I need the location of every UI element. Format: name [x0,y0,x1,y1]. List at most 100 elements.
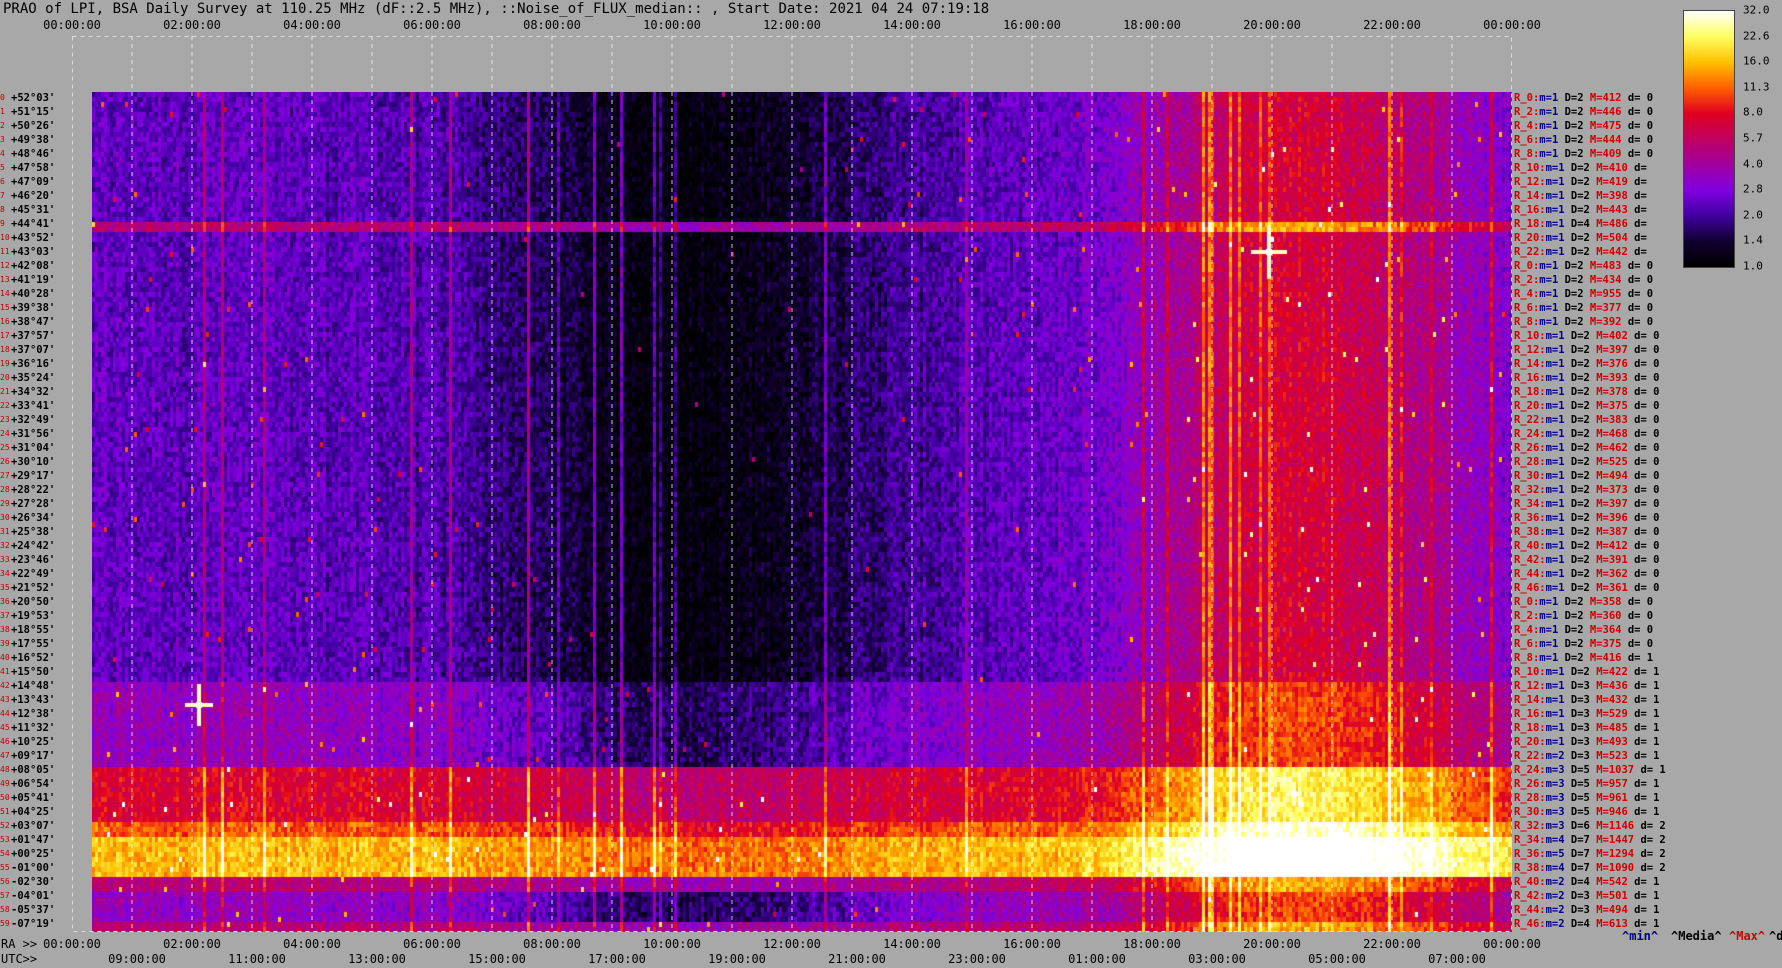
row-stat-median: D=4 [1570,218,1597,230]
row-stat: R_36:m=1 D=2 M=396 d= 0 [1514,512,1659,524]
row-stat-min: m=1 [1545,470,1571,482]
row-stat-max: M=955 [1589,288,1628,300]
row-stat-median: D=3 [1570,708,1597,720]
row-stat-name: R_46: [1514,918,1546,930]
row-stat-name: R_34: [1514,498,1546,510]
row-stat-devia: d= 1 [1634,722,1660,734]
row-index: 6 [0,177,5,186]
row-stat-max: M=375 [1589,638,1628,650]
declination-label: +18°55' [11,624,56,636]
row-stat: R_34:m=1 D=2 M=397 d= 0 [1514,498,1659,510]
row-stat-min: m=1 [1539,274,1565,286]
row-stat: R_32:m=3 D=6 M=1146 d= 2 [1514,820,1666,832]
row-stat: R_10:m=1 D=2 M=410 d= [1514,162,1653,174]
declination-label: -07°19' [11,918,56,930]
row-stat-median: D=2 [1570,568,1597,580]
row-stat-median: D=2 [1570,540,1597,552]
declination-label: +52°03' [11,92,56,104]
row-stat-max: M=483 [1589,260,1628,272]
utc-tick-label: 03:00:00 [1188,952,1246,966]
row-stat-max: M=361 [1596,582,1635,594]
row-index: 38 [0,625,10,634]
row-stat-name: R_12: [1514,680,1546,692]
row-index: 11 [0,247,10,256]
row-stat-devia: d= 2 [1640,848,1666,860]
row-stat-name: R_44: [1514,904,1546,916]
row-stat-devia: d= 0 [1627,92,1654,104]
row-stat-min: m=2 [1545,918,1571,930]
top-tick-label: 12:00:00 [763,18,821,32]
row-stat-min: m=3 [1545,792,1571,804]
declination-label: +30°10' [11,456,56,468]
ra-tick-label: 16:00:00 [1003,937,1061,951]
row-stat-min: m=1 [1545,162,1571,174]
row-stat-median: D=2 [1564,610,1590,622]
utc-tick-label: 13:00:00 [348,952,406,966]
row-stat-max: M=525 [1596,456,1635,468]
row-stat-name: R_40: [1514,876,1546,888]
row-stat-min: m=1 [1545,708,1571,720]
row-stat: R_22:m=2 D=3 M=523 d= 1 [1514,750,1659,762]
declination-label: +44°41' [11,218,56,230]
row-stat-devia: d= [1634,218,1654,230]
row-stat-name: R_14: [1514,358,1546,370]
colorbar [1683,10,1735,268]
row-index: 3 [0,135,5,144]
row-stat-min: m=1 [1539,302,1565,314]
colorbar-tick-label: 2.8 [1743,182,1763,196]
row-stat-name: R_44: [1514,568,1546,580]
declination-label: +36°16' [11,358,56,370]
row-stat-median: D=2 [1570,330,1597,342]
row-stat: R_42:m=1 D=2 M=391 d= 0 [1514,554,1659,566]
row-stat: R_44:m=1 D=2 M=362 d= 0 [1514,568,1659,580]
ra-tick-label: 04:00:00 [283,937,341,951]
row-index: 44 [0,709,10,718]
row-stat: R_16:m=1 D=2 M=443 d= [1514,204,1653,216]
row-stat-devia: d= 0 [1627,596,1654,608]
row-stat-max: M=396 [1596,512,1635,524]
declination-label: +28°22' [11,484,56,496]
row-stat-median: D=2 [1564,274,1590,286]
ra-tick-label: 08:00:00 [523,937,581,951]
row-stat-max: M=1146 [1596,820,1641,832]
utc-tick-label: 09:00:00 [108,952,166,966]
row-stat-min: m=1 [1545,428,1571,440]
row-stat-devia: d= 1 [1634,694,1660,706]
declination-label: +04°25' [11,806,56,818]
row-stat-devia: d= 0 [1627,148,1654,160]
row-stat-median: D=3 [1570,722,1597,734]
row-stat: R_18:m=1 D=4 M=486 d= [1514,218,1653,230]
row-stat-min: m=1 [1545,190,1571,202]
row-stat-devia: d= 1 [1634,792,1660,804]
row-stat-median: D=2 [1570,372,1597,384]
top-tick-label: 06:00:00 [403,18,461,32]
row-stat-devia: d= 0 [1634,428,1660,440]
row-stat-name: R_18: [1514,386,1546,398]
row-index: 1 [0,107,5,116]
row-stat: R_38:m=1 D=2 M=387 d= 0 [1514,526,1659,538]
row-stat-devia: d= [1634,246,1654,258]
row-stat-name: R_4: [1514,120,1540,132]
row-index: 32 [0,541,10,550]
top-tick-label: 02:00:00 [163,18,221,32]
row-stat-min: m=1 [1545,680,1571,692]
utc-tick-label: 01:00:00 [1068,952,1126,966]
declination-label: +00°25' [11,848,56,860]
row-stat-max: M=542 [1596,876,1635,888]
declination-label: +05°41' [11,792,56,804]
row-stat: R_14:m=1 D=2 M=376 d= 0 [1514,358,1659,370]
declination-label: +48°46' [11,148,56,160]
declination-label: +21°52' [11,582,56,594]
row-stat-median: D=2 [1570,666,1597,678]
row-stat-name: R_24: [1514,428,1546,440]
row-stat-max: M=422 [1596,666,1635,678]
row-stat-min: m=1 [1545,582,1571,594]
row-stat-name: R_16: [1514,708,1546,720]
declination-label: +23°46' [11,554,56,566]
row-stat-devia: d= 0 [1627,274,1654,286]
row-stat-max: M=419 [1596,176,1635,188]
row-index: 51 [0,807,10,816]
row-stat-devia: d= 0 [1627,288,1654,300]
grid-overlay [72,36,1512,932]
row-stat-min: m=5 [1545,848,1571,860]
